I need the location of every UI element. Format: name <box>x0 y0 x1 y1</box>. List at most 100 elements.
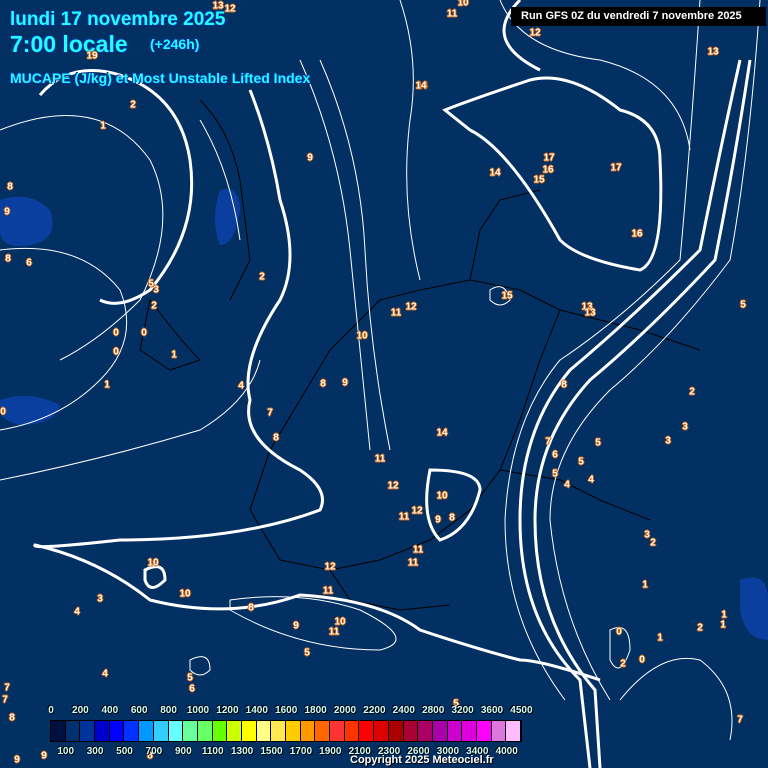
colorbar-tick-bottom: 900 <box>174 746 192 757</box>
thin-contours <box>0 0 761 741</box>
colorbar-tick-top: 2800 <box>422 705 445 716</box>
contour-label: 11 <box>446 8 458 20</box>
colorbar-cell <box>374 721 389 741</box>
contour-label: 11 <box>407 557 419 569</box>
colorbar-cell <box>80 721 96 741</box>
colorbar-tick-top: 3200 <box>451 705 474 716</box>
contour-label: 1 <box>100 120 106 132</box>
mucape-map <box>0 0 768 768</box>
contour-label: 0 <box>639 654 645 666</box>
contour-label: 1 <box>720 619 726 631</box>
colorbar-cell <box>95 721 110 741</box>
colorbar-tick-bottom: 1500 <box>260 746 283 757</box>
contour-label: 3 <box>644 529 650 541</box>
contour-label: 8 <box>320 378 326 390</box>
contour-label: 7 <box>2 694 8 706</box>
contour-label: 9 <box>4 206 10 218</box>
colorbar-cell <box>491 721 507 741</box>
colorbar-tick-top: 1200 <box>216 705 239 716</box>
contour-label: 9 <box>435 514 441 526</box>
colorbar-cell <box>462 721 477 741</box>
contour-label: 5 <box>595 437 601 449</box>
contour-label: 1 <box>171 349 177 361</box>
colorbar-tick-bottom: 700 <box>145 746 163 757</box>
colorbar-cell <box>241 721 257 741</box>
colorbar-cell <box>124 721 140 741</box>
colorbar-tick-top: 200 <box>72 705 89 716</box>
contour-label: 2 <box>151 300 157 312</box>
contour-label: 10 <box>457 0 469 9</box>
colorbar-tick-bottom: 500 <box>116 746 133 757</box>
colorbar-cell <box>447 721 463 741</box>
contour-label: 17 <box>543 152 555 164</box>
contour-label: 0 <box>113 346 119 358</box>
colorbar <box>50 720 522 742</box>
colorbar-cell <box>139 721 154 741</box>
contour-label: 8 <box>5 253 11 265</box>
contour-label: 4 <box>238 380 244 392</box>
contour-label: 3 <box>665 435 671 447</box>
forecast-time: 7:00 locale <box>10 31 128 57</box>
contour-label: 2 <box>697 622 703 634</box>
contour-label: 8 <box>7 181 13 193</box>
colorbar-cell <box>432 721 448 741</box>
colorbar-cell <box>388 721 404 741</box>
contour-label: 4 <box>564 479 570 491</box>
contour-label: 3 <box>682 421 688 433</box>
contour-label: 12 <box>411 505 423 517</box>
contour-label: 11 <box>390 307 402 319</box>
contour-label: 8 <box>273 432 279 444</box>
contour-label: 11 <box>412 544 424 556</box>
contour-label: 1 <box>642 579 648 591</box>
thick-contours <box>33 0 752 768</box>
colorbar-cell <box>330 721 345 741</box>
colorbar-tick-top: 0 <box>48 705 54 716</box>
colorbar-cell <box>168 721 184 741</box>
contour-label: 12 <box>224 3 236 15</box>
colorbar-tick-top: 600 <box>130 705 148 716</box>
contour-label: 19 <box>86 50 98 62</box>
colorbar-cell <box>476 721 492 741</box>
colorbar-cell <box>183 721 198 741</box>
colorbar-cell <box>403 721 419 741</box>
contour-label: 5 <box>552 468 558 480</box>
colorbar-cell <box>271 721 286 741</box>
colorbar-tick-top: 2400 <box>392 705 415 716</box>
colorbar-tick-bottom: 1300 <box>230 746 254 757</box>
contour-label: 12 <box>324 561 336 573</box>
contour-label: 2 <box>620 658 626 670</box>
contour-label: 8 <box>248 602 254 614</box>
contour-label: 11 <box>328 626 340 638</box>
colorbar-cell <box>359 721 375 741</box>
contour-label: 14 <box>436 427 448 439</box>
contour-label: 6 <box>26 257 32 269</box>
colorbar-tick-top: 800 <box>160 705 177 716</box>
colorbar-tick-top: 4500 <box>510 705 533 716</box>
forecast-lead: (+246h) <box>150 36 200 52</box>
contour-label: 12 <box>405 301 417 313</box>
contour-label: 9 <box>14 754 20 766</box>
colorbar-cell <box>65 721 81 741</box>
contour-label: 10 <box>147 557 159 569</box>
contour-label: 9 <box>307 152 313 164</box>
contour-label: 2 <box>650 537 656 549</box>
contour-label: 11 <box>322 585 334 597</box>
contour-label: 8 <box>9 712 15 724</box>
contour-label: 13 <box>584 307 596 319</box>
colorbar-cell <box>315 721 331 741</box>
colorbar-cell <box>109 721 125 741</box>
colorbar-cell <box>51 721 66 741</box>
colorbar-cell <box>506 721 521 741</box>
colorbar-cell <box>153 721 169 741</box>
contour-label: 14 <box>489 167 501 179</box>
contour-label: 2 <box>689 386 695 398</box>
contour-label: 6 <box>189 683 195 695</box>
parameter-title: MUCAPE (J/kg) et Most Unstable Lifted In… <box>10 70 311 86</box>
contour-label: 13 <box>212 0 224 12</box>
contour-label: 0 <box>616 626 622 638</box>
contour-label: 15 <box>501 290 513 302</box>
copyright: Copyright 2025 Meteociel.fr <box>350 754 494 766</box>
contour-label: 5 <box>740 299 746 311</box>
contour-label: 10 <box>356 330 368 342</box>
colorbar-tick-top: 1400 <box>245 705 268 716</box>
